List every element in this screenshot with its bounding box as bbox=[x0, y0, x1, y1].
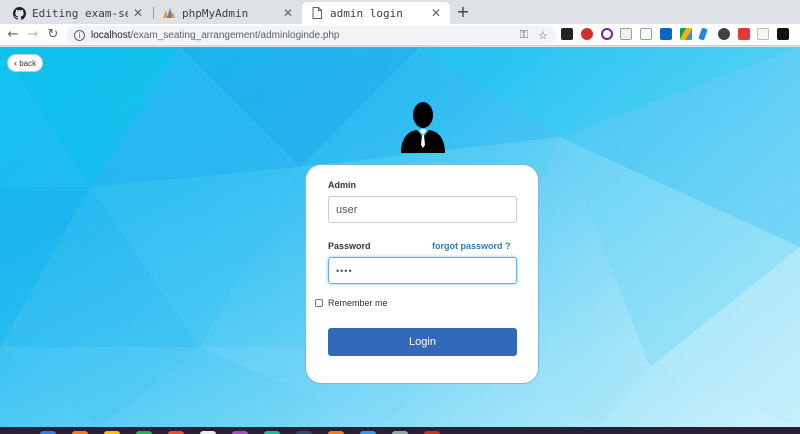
back-arrow-icon[interactable]: ← bbox=[4, 26, 22, 44]
extension-icon[interactable] bbox=[561, 28, 573, 40]
remember-me-checkbox[interactable] bbox=[315, 299, 323, 307]
admin-label: Admin bbox=[328, 180, 356, 190]
admin-username-input[interactable]: user bbox=[328, 196, 517, 223]
reload-icon[interactable]: ↻ bbox=[44, 26, 62, 44]
linkedin-icon[interactable] bbox=[660, 28, 672, 40]
page-content: ‹ back Admin user Password forgot passwo… bbox=[0, 47, 800, 427]
info-icon[interactable]: i bbox=[74, 29, 85, 41]
phpmyadmin-icon bbox=[162, 6, 176, 20]
close-icon[interactable]: ✕ bbox=[132, 6, 144, 20]
tab-github[interactable]: Editing exam-seatin ✕ bbox=[4, 2, 152, 24]
tab-strip: Editing exam-seatin ✕ phpMyAdmin ✕ admin… bbox=[0, 0, 800, 24]
extension-icon[interactable] bbox=[620, 28, 632, 40]
login-card: Admin user Password forgot password ? ••… bbox=[305, 164, 539, 384]
close-icon[interactable]: ✕ bbox=[282, 6, 294, 20]
google-drive-icon[interactable] bbox=[680, 28, 692, 40]
back-label: back bbox=[19, 58, 37, 68]
key-icon[interactable]: ⚿ bbox=[520, 28, 528, 42]
address-bar[interactable]: i localhost/exam_seating_arrangement/adm… bbox=[66, 26, 556, 44]
chevron-left-icon: ‹ bbox=[13, 58, 18, 68]
page-icon bbox=[310, 6, 324, 20]
extension-icon[interactable] bbox=[581, 28, 593, 40]
github-icon bbox=[12, 6, 26, 20]
new-tab-button[interactable]: + bbox=[454, 3, 472, 21]
extension-icon[interactable] bbox=[718, 28, 730, 40]
tab-title: admin login bbox=[330, 6, 403, 20]
tab-title: Editing exam-seatin bbox=[32, 6, 128, 20]
extension-icon[interactable] bbox=[777, 28, 789, 40]
password-label: Password bbox=[328, 241, 371, 251]
block-icon[interactable] bbox=[601, 28, 613, 40]
extension-icon[interactable] bbox=[757, 28, 769, 40]
tab-title: phpMyAdmin bbox=[182, 6, 249, 20]
bookmark-star-icon[interactable]: ☆ bbox=[538, 29, 548, 42]
login-button[interactable]: Login bbox=[328, 328, 517, 356]
tab-admin-login[interactable]: admin login ✕ bbox=[302, 2, 450, 24]
admin-user-icon bbox=[401, 102, 445, 153]
remember-me-row[interactable]: Remember me bbox=[315, 298, 388, 308]
close-icon[interactable]: ✕ bbox=[430, 6, 442, 20]
forgot-password-link[interactable]: forgot password ? bbox=[432, 241, 511, 251]
extension-icon[interactable] bbox=[640, 28, 652, 40]
tab-phpmyadmin[interactable]: phpMyAdmin ✕ bbox=[154, 2, 302, 24]
url-text: localhost/exam_seating_arrangement/admin… bbox=[91, 29, 340, 41]
extension-icon[interactable] bbox=[738, 28, 750, 40]
remember-me-label: Remember me bbox=[328, 298, 388, 308]
forward-arrow-icon[interactable]: → bbox=[24, 26, 42, 44]
password-input[interactable]: •••• bbox=[328, 257, 517, 284]
back-button[interactable]: ‹ back bbox=[7, 54, 43, 72]
